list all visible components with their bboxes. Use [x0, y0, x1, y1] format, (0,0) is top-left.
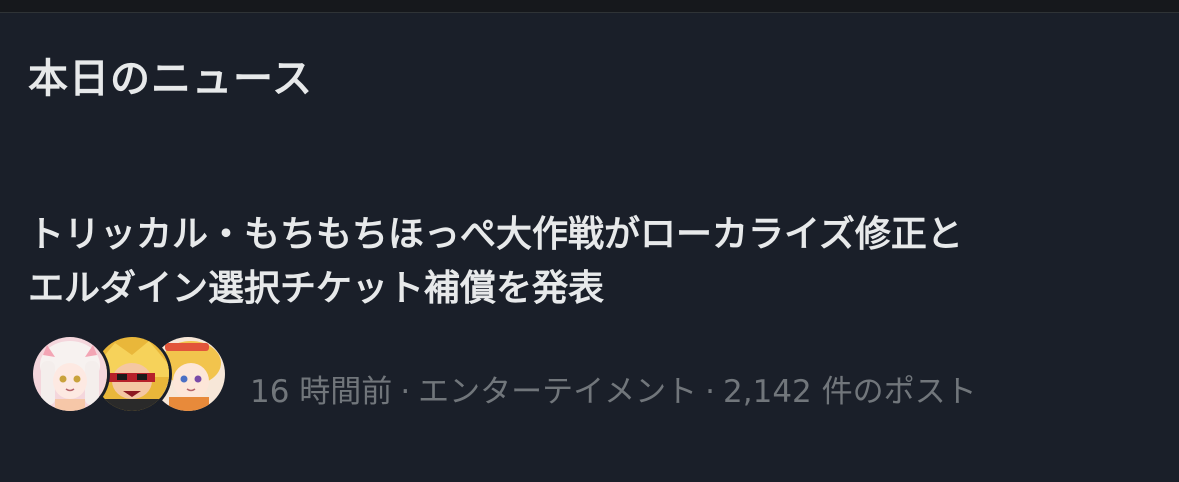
avatar-white-hair-girl — [30, 334, 110, 414]
story-post-count: 2,142 件のポスト — [723, 374, 977, 410]
top-divider — [0, 0, 1179, 13]
news-headline[interactable]: トリッカル・もちもちほっぺ大作戦がローカライズ修正と エルダイン選択チケット補償… — [28, 208, 1148, 316]
section-title: 本日のニュース — [28, 56, 313, 102]
headline-line-1: トリッカル・もちもちほっぺ大作戦がローカライズ修正と — [28, 214, 963, 255]
meta-separator: · — [400, 374, 411, 410]
story-meta: 16 時間前 · エンターテイメント · 2,142 件のポスト — [250, 366, 977, 411]
avatar-stack — [30, 334, 230, 414]
headline-line-2: エルダイン選択チケット補償を発表 — [28, 268, 605, 309]
meta-separator: · — [705, 374, 716, 410]
story-category: エンターテイメント — [418, 374, 698, 410]
story-time: 16 時間前 — [250, 374, 393, 410]
